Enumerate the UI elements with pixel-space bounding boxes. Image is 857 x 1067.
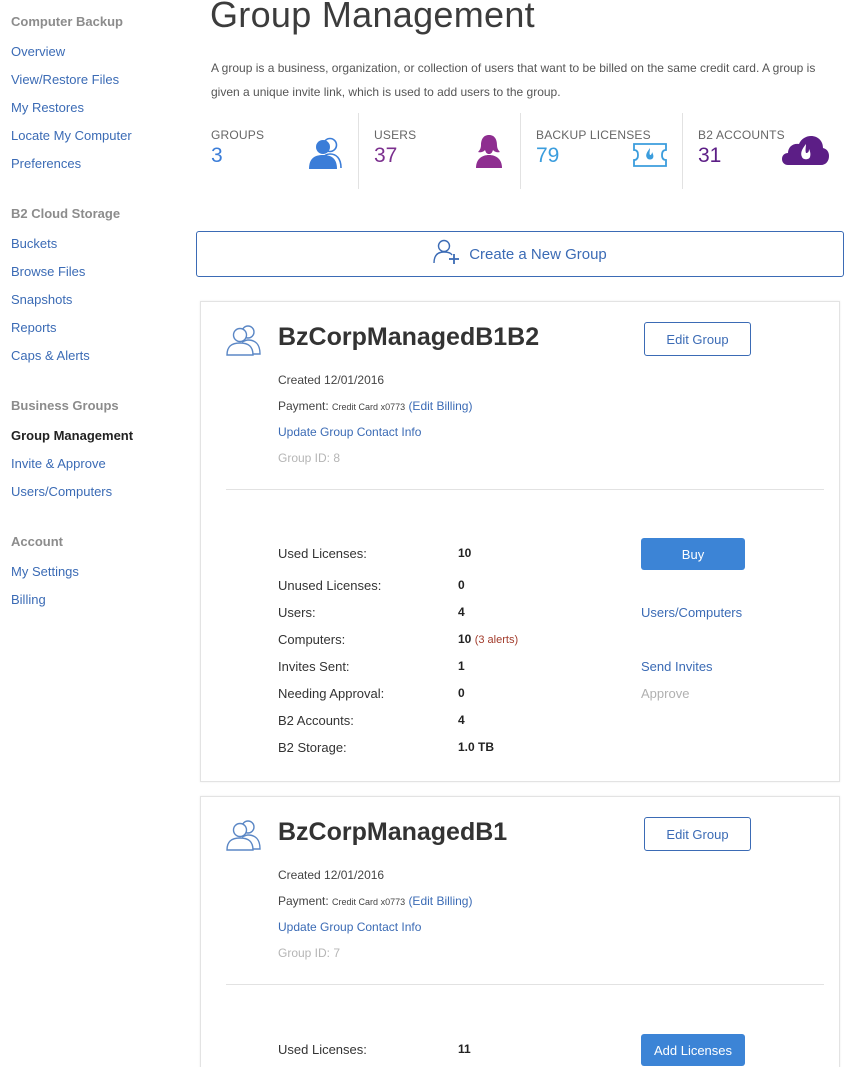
b2-accounts-value: 4	[458, 713, 465, 727]
stat-backup-licenses-value: 79	[536, 144, 560, 167]
edit-billing-link[interactable]: (Edit Billing)	[408, 894, 472, 908]
card-divider	[226, 489, 824, 490]
group-icon	[226, 324, 262, 361]
sidebar-item-users-computers[interactable]: Users/Computers	[11, 484, 112, 499]
stat-separator	[520, 113, 521, 189]
sidebar-item-my-settings[interactable]: My Settings	[11, 564, 79, 579]
used-licenses-label: Used Licenses:	[278, 546, 367, 561]
sidebar-item-caps-alerts[interactable]: Caps & Alerts	[11, 348, 90, 363]
b2-accounts-label: B2 Accounts:	[278, 713, 354, 728]
page-title: Group Management	[210, 0, 535, 35]
group-name: BzCorpManagedB1	[278, 818, 508, 846]
sidebar-item-locate-my-computer[interactable]: Locate My Computer	[11, 128, 132, 143]
edit-group-button[interactable]: Edit Group	[644, 817, 751, 851]
users-label: Users:	[278, 605, 316, 620]
group-id: Group ID: 7	[278, 946, 341, 960]
create-new-group-label: Create a New Group	[469, 245, 607, 263]
stat-users-value: 37	[374, 144, 398, 167]
computers-value: 10 (3 alerts)	[458, 632, 518, 646]
license-ticket-icon	[632, 142, 668, 173]
stat-backup-licenses-label: BACKUP LICENSES	[536, 128, 651, 142]
group-payment: Payment: Credit Card x0773 (Edit Billing…	[278, 399, 472, 413]
computers-label: Computers:	[278, 632, 346, 647]
sidebar-section-computer-backup: Computer Backup	[11, 14, 123, 29]
used-licenses-value: 11	[458, 1042, 471, 1056]
sidebar-item-billing[interactable]: Billing	[11, 592, 46, 607]
sidebar-section-account: Account	[11, 534, 63, 549]
stat-groups: GROUPS 3	[211, 128, 346, 190]
sidebar-item-group-management[interactable]: Group Management	[11, 428, 133, 443]
unused-licenses-value: 0	[458, 578, 465, 592]
payment-label: Payment:	[278, 399, 329, 413]
group-id: Group ID: 8	[278, 451, 341, 465]
sidebar-item-reports[interactable]: Reports	[11, 320, 57, 335]
send-invites-link[interactable]: Send Invites	[641, 659, 713, 674]
sidebar-item-preferences[interactable]: Preferences	[11, 156, 81, 171]
stat-separator	[682, 113, 683, 189]
users-value: 4	[458, 605, 465, 619]
sidebar-item-view-restore-files[interactable]: View/Restore Files	[11, 72, 119, 87]
sidebar-item-overview[interactable]: Overview	[11, 44, 65, 59]
users-computers-link[interactable]: Users/Computers	[641, 605, 742, 620]
group-created-date: Created 12/01/2016	[278, 373, 385, 387]
invites-sent-label: Invites Sent:	[278, 659, 350, 674]
stat-users-label: USERS	[374, 128, 417, 142]
stat-b2-accounts-value: 31	[698, 144, 722, 167]
used-licenses-label: Used Licenses:	[278, 1042, 367, 1057]
needing-approval-label: Needing Approval:	[278, 686, 385, 701]
stat-b2-accounts-label: B2 ACCOUNTS	[698, 128, 785, 142]
groups-icon	[307, 136, 345, 175]
edit-group-button[interactable]: Edit Group	[644, 322, 751, 356]
b2-cloud-icon	[782, 134, 830, 171]
payment-label: Payment:	[278, 894, 329, 908]
used-licenses-value: 10	[458, 546, 472, 560]
add-group-icon	[433, 239, 461, 270]
update-group-contact-link[interactable]: Update Group Contact Info	[278, 920, 421, 934]
group-icon	[226, 819, 262, 856]
sidebar-section-business-groups: Business Groups	[11, 398, 119, 413]
group-created-date: Created 12/01/2016	[278, 868, 385, 882]
stat-users: USERS 37	[374, 128, 509, 190]
edit-billing-link[interactable]: (Edit Billing)	[408, 399, 472, 413]
payment-method: Credit Card x0773	[332, 402, 406, 412]
b2-storage-value: 1.0 TB	[458, 740, 495, 754]
stat-groups-label: GROUPS	[211, 128, 265, 142]
sidebar-item-snapshots[interactable]: Snapshots	[11, 292, 72, 307]
update-group-contact-link[interactable]: Update Group Contact Info	[278, 425, 421, 439]
stat-backup-licenses: BACKUP LICENSES 79	[536, 128, 676, 190]
stat-b2-accounts: B2 ACCOUNTS 31	[698, 128, 838, 190]
computers-alerts: (3 alerts)	[474, 634, 519, 646]
group-card: BzCorpManagedB1 Edit Group Created 12/01…	[200, 796, 840, 1067]
group-payment: Payment: Credit Card x0773 (Edit Billing…	[278, 894, 472, 908]
sidebar-item-buckets[interactable]: Buckets	[11, 236, 57, 251]
stat-groups-value: 3	[211, 144, 223, 167]
sidebar-item-invite-approve[interactable]: Invite & Approve	[11, 456, 106, 471]
payment-method: Credit Card x0773	[332, 897, 406, 907]
sidebar-item-browse-files[interactable]: Browse Files	[11, 264, 85, 279]
invites-sent-value: 1	[458, 659, 465, 673]
sidebar-item-my-restores[interactable]: My Restores	[11, 100, 84, 115]
needing-approval-value: 0	[458, 686, 465, 700]
card-divider	[226, 984, 824, 985]
buy-button[interactable]: Buy	[641, 538, 745, 570]
group-name: BzCorpManagedB1B2	[278, 323, 540, 351]
create-new-group-button[interactable]: Create a New Group	[196, 231, 844, 277]
approve-link: Approve	[641, 686, 690, 701]
page-intro: A group is a business, organization, or …	[211, 61, 816, 99]
b2-storage-label: B2 Storage:	[278, 740, 347, 755]
group-card: BzCorpManagedB1B2 Edit Group Created 12/…	[200, 301, 840, 782]
computers-count: 10	[458, 632, 472, 646]
user-icon	[474, 134, 504, 173]
add-licenses-button[interactable]: Add Licenses	[641, 1034, 745, 1066]
stat-separator	[358, 113, 359, 189]
sidebar-section-b2-cloud-storage: B2 Cloud Storage	[11, 206, 121, 221]
unused-licenses-label: Unused Licenses:	[278, 578, 382, 593]
